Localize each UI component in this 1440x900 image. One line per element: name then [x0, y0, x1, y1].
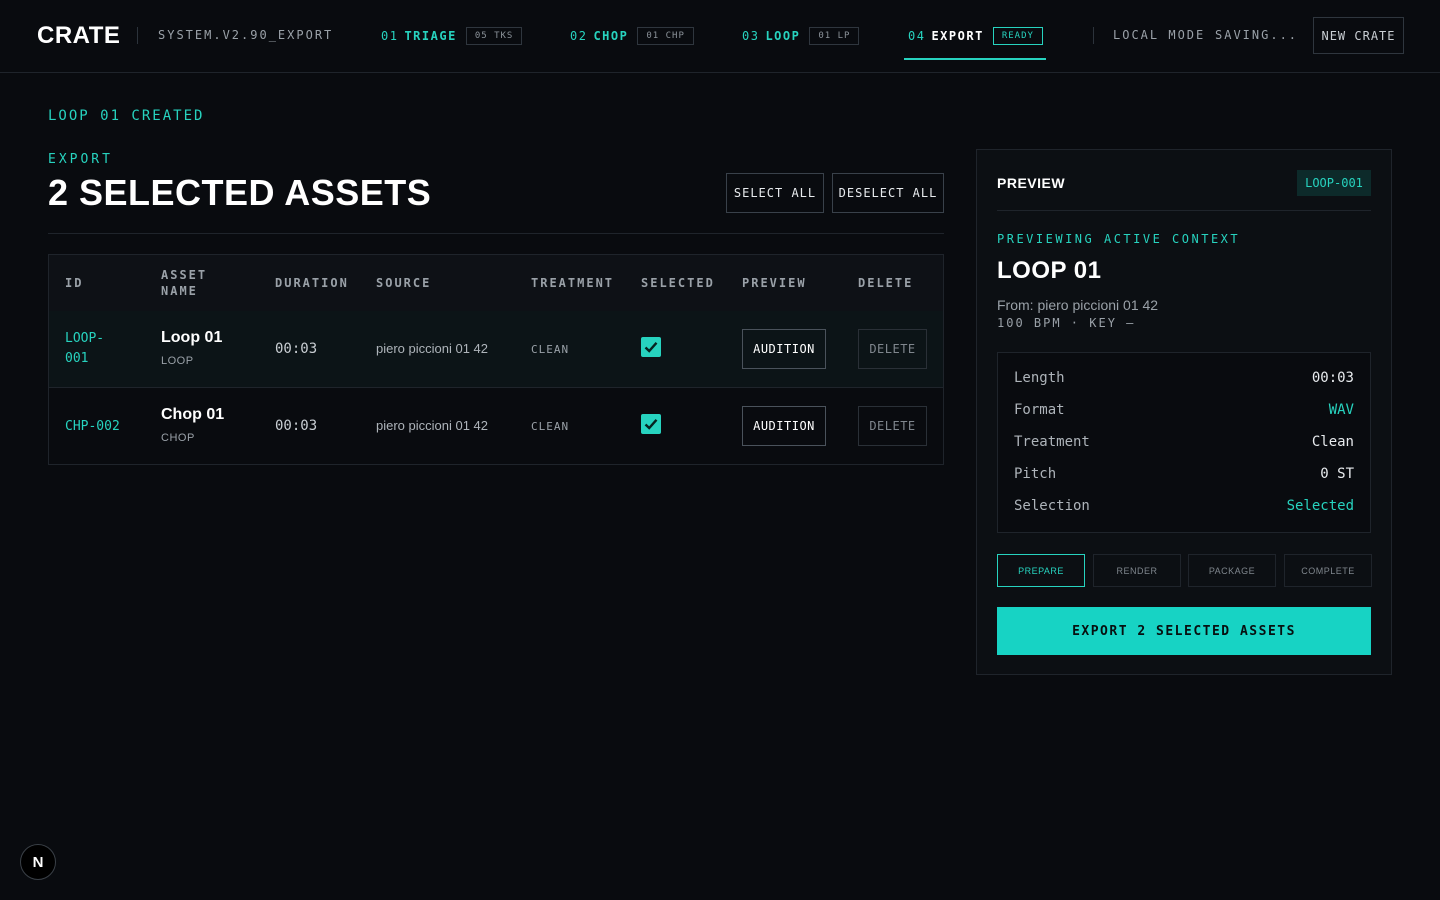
- asset-type: CHOP: [161, 432, 195, 444]
- asset-name: Chop 01: [161, 406, 225, 423]
- stage-render[interactable]: RENDER: [1093, 554, 1181, 587]
- top-bar: CRATE SYSTEM.V2.90_EXPORT 01 TRIAGE 05 T…: [0, 0, 1440, 73]
- preview-properties: Length 00:03 Format WAV Treatment Clean …: [997, 352, 1371, 533]
- column-header-id: ID: [65, 276, 84, 290]
- new-crate-button[interactable]: NEW CRATE: [1313, 17, 1404, 54]
- column-header-selected: SELECTED: [641, 276, 715, 290]
- step-label: TRIAGE: [404, 29, 457, 43]
- table-row[interactable]: CHP-002 Chop 01 CHOP 00:03 piero piccion…: [49, 389, 943, 466]
- assets-table: ID ASSET NAME DURATION SOURCE TREATMENT …: [48, 254, 944, 465]
- property-value: Selected: [1286, 498, 1354, 514]
- select-all-button[interactable]: SELECT ALL: [726, 173, 824, 213]
- preview-context-label: PREVIEWING ACTIVE CONTEXT: [997, 232, 1241, 246]
- column-header-source: SOURCE: [376, 276, 432, 290]
- preview-asset-name: LOOP 01: [997, 257, 1102, 284]
- header-divider: [137, 27, 138, 44]
- asset-treatment: CLEAN: [531, 420, 570, 433]
- property-length: Length 00:03: [1014, 370, 1354, 390]
- column-header-preview: PREVIEW: [742, 276, 807, 290]
- delete-button[interactable]: DELETE: [858, 406, 927, 446]
- step-count-badge: 01 LP: [809, 27, 860, 45]
- step-label: CHOP: [593, 29, 629, 43]
- asset-id-line: LOOP-: [65, 331, 105, 346]
- audition-button[interactable]: AUDITION: [742, 406, 826, 446]
- stage-prepare[interactable]: PREPARE: [997, 554, 1085, 587]
- asset-id-line: 001: [65, 351, 89, 366]
- preview-title: PREVIEW: [997, 175, 1066, 191]
- export-button[interactable]: EXPORT 2 SELECTED ASSETS: [997, 607, 1371, 655]
- next-dev-indicator-button[interactable]: N: [20, 844, 56, 880]
- preview-meta: 100 BPM · KEY —: [997, 316, 1136, 330]
- page-title: 2 SELECTED ASSETS: [48, 172, 432, 213]
- column-header-line: ASSET: [161, 268, 208, 282]
- step-number: 01: [381, 29, 399, 43]
- property-selection: Selection Selected: [1014, 498, 1354, 518]
- step-count-badge: 01 CHP: [637, 27, 694, 45]
- section-eyebrow: EXPORT: [48, 152, 113, 167]
- step-number: 04: [908, 29, 926, 43]
- asset-name: Loop 01: [161, 329, 223, 346]
- crate-logo[interactable]: CRATE: [37, 22, 120, 50]
- audition-button[interactable]: AUDITION: [742, 329, 826, 369]
- asset-treatment: CLEAN: [531, 343, 570, 356]
- mode-label: LOCAL MODE: [1113, 28, 1206, 42]
- select-checkbox[interactable]: [641, 414, 661, 434]
- asset-duration: 00:03: [275, 341, 318, 357]
- asset-id: CHP-002: [65, 419, 120, 434]
- divider: [48, 233, 944, 234]
- column-header-line: NAME: [161, 284, 198, 298]
- step-number: 03: [742, 29, 760, 43]
- property-value: WAV: [1328, 402, 1354, 418]
- step-chop[interactable]: 02 CHOP 01 CHP: [570, 25, 694, 47]
- step-export[interactable]: 04 EXPORT READY: [908, 25, 1043, 47]
- property-key: Treatment: [1014, 434, 1090, 450]
- property-key: Format: [1014, 402, 1065, 418]
- table-header: ID ASSET NAME DURATION SOURCE TREATMENT …: [49, 255, 943, 311]
- property-value: 00:03: [1311, 370, 1354, 386]
- column-header-duration: DURATION: [275, 276, 349, 290]
- property-key: Length: [1014, 370, 1065, 386]
- delete-button[interactable]: DELETE: [858, 329, 927, 369]
- step-loop[interactable]: 03 LOOP 01 LP: [742, 25, 860, 47]
- system-version: SYSTEM.V2.90_EXPORT: [158, 28, 334, 42]
- property-key: Selection: [1014, 498, 1090, 514]
- preview-panel: PREVIEW LOOP-001 PREVIEWING ACTIVE CONTE…: [976, 149, 1392, 675]
- asset-duration: 00:03: [275, 418, 318, 434]
- property-key: Pitch: [1014, 466, 1057, 482]
- step-count-badge: 05 TKS: [465, 27, 523, 45]
- header-divider: [1093, 27, 1094, 44]
- checkmark-icon: [644, 342, 658, 353]
- select-checkbox[interactable]: [641, 337, 661, 357]
- saving-status: SAVING...: [1215, 28, 1299, 42]
- column-header-delete: DELETE: [858, 276, 914, 290]
- asset-name-cell: Loop 01 LOOP: [161, 329, 222, 367]
- asset-source: piero piccioni 01 42: [376, 341, 489, 356]
- active-step-indicator: [904, 58, 1046, 60]
- preview-id-badge: LOOP-001: [1297, 170, 1371, 196]
- stage-package[interactable]: PACKAGE: [1188, 554, 1276, 587]
- deselect-all-button[interactable]: DESELECT ALL: [832, 173, 944, 213]
- asset-source: piero piccioni 01 42: [376, 418, 489, 433]
- step-number: 02: [570, 29, 588, 43]
- property-treatment: Treatment Clean: [1014, 434, 1354, 454]
- checkmark-icon: [644, 419, 658, 430]
- step-triage[interactable]: 01 TRIAGE 05 TKS: [381, 25, 523, 47]
- table-row[interactable]: LOOP- 001 Loop 01 LOOP 00:03 piero picci…: [49, 311, 943, 388]
- column-header-asset-name: ASSET NAME: [161, 267, 207, 299]
- divider: [997, 210, 1371, 211]
- asset-id: LOOP- 001: [65, 329, 104, 369]
- column-header-treatment: TREATMENT: [531, 276, 615, 290]
- step-label: EXPORT: [931, 29, 984, 43]
- step-status-badge: READY: [992, 27, 1043, 45]
- property-value: 0 ST: [1320, 466, 1354, 482]
- property-value: Clean: [1311, 434, 1354, 450]
- step-label: LOOP: [765, 29, 801, 43]
- asset-name-cell: Chop 01 CHOP: [161, 406, 224, 444]
- property-format: Format WAV: [1014, 402, 1354, 422]
- stage-complete[interactable]: COMPLETE: [1284, 554, 1372, 587]
- preview-source: From: piero piccioni 01 42: [997, 297, 1159, 313]
- asset-type: LOOP: [161, 355, 194, 367]
- status-notice: LOOP 01 CREATED: [48, 108, 205, 124]
- property-pitch: Pitch 0 ST: [1014, 466, 1354, 486]
